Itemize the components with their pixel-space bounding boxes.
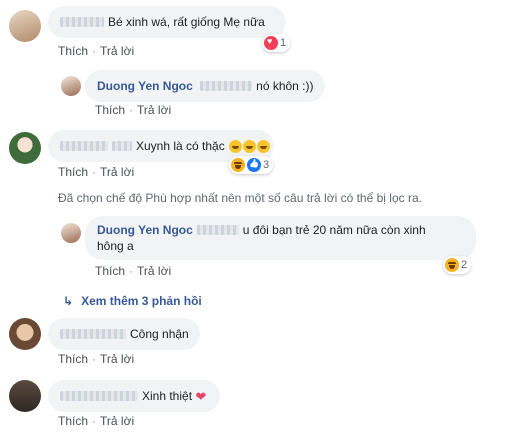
like-link[interactable]: Thích — [95, 103, 125, 117]
comment-text: Xinh thiệt — [142, 389, 193, 403]
author-name[interactable]: Duong Yen Ngoc — [97, 223, 193, 237]
grin-emoji-icon — [243, 140, 257, 154]
grin-emoji-icon — [229, 140, 243, 154]
comment-bubble: Công nhận — [48, 318, 200, 350]
like-link[interactable]: Thích — [58, 44, 88, 58]
reaction-count: 3 — [263, 159, 270, 171]
comment-text: Xuynh là có thặc — [136, 139, 225, 153]
separator: · — [129, 264, 134, 278]
redacted-name — [60, 328, 126, 339]
heart-emoji-icon: ❤ — [195, 388, 207, 404]
comment-bubble: Bé xinh wá, rất giống Mẹ nữa — [48, 6, 286, 38]
reply-link[interactable]: Trả lời — [137, 103, 171, 117]
comment-bubble: Xinh thiệt ❤ — [48, 380, 220, 412]
reply-link[interactable]: Trả lời — [100, 165, 134, 179]
redacted-name — [112, 140, 132, 151]
avatar[interactable] — [61, 223, 81, 243]
reaction-summary[interactable]: 3 — [229, 156, 274, 174]
comment-actions: Thích · Trả lời — [95, 264, 171, 278]
avatar[interactable] — [9, 10, 41, 42]
like-link[interactable]: Thích — [58, 352, 88, 366]
like-link[interactable]: Thích — [95, 264, 125, 278]
separator: · — [92, 165, 97, 179]
redacted-name — [60, 140, 108, 151]
reaction-summary[interactable]: 2 — [443, 256, 472, 274]
heart-icon — [264, 36, 278, 50]
comment-actions: Thích · Trả lời — [95, 103, 171, 117]
separator: · — [129, 103, 134, 117]
reaction-count: 1 — [280, 37, 287, 49]
comment-actions: Thích · Trả lời — [58, 165, 134, 179]
grin-emoji-icon — [257, 140, 271, 154]
reaction-count: 2 — [461, 259, 468, 271]
comment-text: hông a — [97, 239, 134, 253]
reply-link[interactable]: Trả lời — [100, 414, 134, 428]
avatar[interactable] — [61, 76, 81, 96]
avatar[interactable] — [9, 318, 41, 350]
avatar[interactable] — [9, 380, 41, 412]
comment-text: nó khôn :)) — [256, 79, 314, 93]
separator: · — [92, 44, 97, 58]
redacted-name — [196, 224, 239, 235]
reaction-summary[interactable]: 1 — [262, 34, 291, 52]
reply-link[interactable]: Trả lời — [100, 44, 134, 58]
redacted-name — [60, 390, 138, 401]
separator: · — [92, 414, 97, 428]
separator: · — [92, 352, 97, 366]
comment-actions: Thích · Trả lời — [58, 352, 134, 366]
reply-bubble: Duong Yen Ngoc nó khôn :)) — [85, 70, 325, 102]
reply-link[interactable]: Trả lời — [137, 264, 171, 278]
avatar[interactable] — [9, 132, 41, 164]
redacted-name — [200, 80, 253, 91]
comment-text: Công nhận — [130, 327, 189, 341]
haha-icon — [445, 258, 459, 272]
see-more-label: Xem thêm 3 phản hồi — [81, 294, 202, 308]
like-link[interactable]: Thích — [58, 414, 88, 428]
comment-actions: Thích · Trả lời — [58, 414, 134, 428]
haha-icon — [231, 158, 245, 172]
comment-text: Bé xinh wá, rất giống Mẹ nữa — [108, 15, 265, 29]
reply-arrow-icon: ↳ — [63, 294, 74, 308]
like-link[interactable]: Thích — [58, 165, 88, 179]
reply-link[interactable]: Trả lời — [100, 352, 134, 366]
reply-bubble: Duong Yen Ngoc u đôi bạn trẻ 20 năm nữa c… — [85, 216, 476, 260]
see-more-replies-link[interactable]: ↳ Xem thêm 3 phản hồi — [63, 294, 202, 308]
comment-actions: Thích · Trả lời — [58, 44, 134, 58]
like-icon — [247, 158, 261, 172]
author-name[interactable]: Duong Yen Ngoc — [97, 79, 193, 93]
comment-text: u đôi bạn trẻ 20 năm nữa còn xinh — [242, 223, 426, 237]
redacted-name — [60, 16, 104, 27]
filter-notice: Đã chọn chế độ Phù hợp nhất nên một số c… — [58, 191, 422, 205]
